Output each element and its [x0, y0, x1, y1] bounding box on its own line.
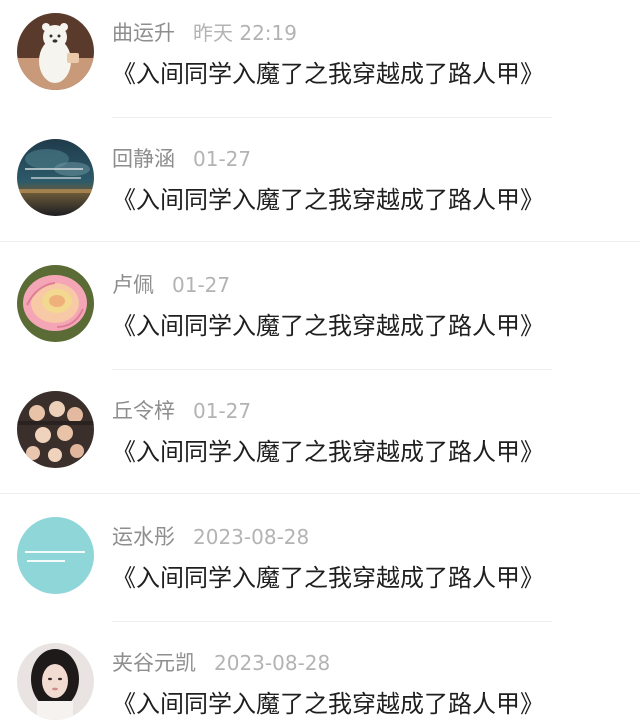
- separator: [0, 241, 640, 242]
- comment-item[interactable]: 丘令梓 01-27 《入间同学入魔了之我穿越成了路人甲》: [0, 378, 640, 504]
- comment-item[interactable]: 卢佩 01-27 《入间同学入魔了之我穿越成了路人甲》: [0, 252, 640, 378]
- comment-time: 01-27: [193, 147, 252, 171]
- user-name[interactable]: 运水彤: [112, 525, 175, 549]
- comment-meta: 夹谷元凯 2023-08-28: [112, 648, 330, 678]
- comment-text: 《入间同学入魔了之我穿越成了路人甲》: [112, 60, 544, 88]
- comment-list: 曲运升 昨天 22:19 《入间同学入魔了之我穿越成了路人甲》 回静涵 01-2…: [0, 0, 640, 727]
- comment-time: 2023-08-28: [193, 525, 310, 549]
- user-name[interactable]: 丘令梓: [112, 399, 175, 423]
- comment-meta: 回静涵 01-27: [112, 144, 251, 174]
- user-name[interactable]: 卢佩: [112, 273, 154, 297]
- separator: [112, 369, 552, 370]
- avatar-portrait[interactable]: [17, 643, 94, 720]
- comment-text: 《入间同学入魔了之我穿越成了路人甲》: [112, 312, 544, 340]
- avatar-rose[interactable]: [17, 265, 94, 342]
- comment-text: 《入间同学入魔了之我穿越成了路人甲》: [112, 186, 544, 214]
- comment-item[interactable]: 回静涵 01-27 《入间同学入魔了之我穿越成了路人甲》: [0, 126, 640, 252]
- avatar-teal-text[interactable]: [17, 517, 94, 594]
- comment-meta: 运水彤 2023-08-28: [112, 522, 309, 552]
- avatar-group-photo[interactable]: [17, 391, 94, 468]
- user-name[interactable]: 夹谷元凯: [112, 651, 196, 675]
- separator: [112, 621, 552, 622]
- comment-item[interactable]: 曲运升 昨天 22:19 《入间同学入魔了之我穿越成了路人甲》: [0, 0, 640, 126]
- avatar-polar-bear[interactable]: [17, 13, 94, 90]
- avatar-night-sky[interactable]: [17, 139, 94, 216]
- separator: [0, 493, 640, 494]
- comment-meta: 曲运升 昨天 22:19: [112, 18, 297, 48]
- comment-meta: 丘令梓 01-27: [112, 396, 251, 426]
- comment-time: 昨天 22:19: [193, 21, 297, 45]
- comment-item[interactable]: 夹谷元凯 2023-08-28 《入间同学入魔了之我穿越成了路人甲》: [0, 630, 640, 727]
- comment-meta: 卢佩 01-27: [112, 270, 230, 300]
- user-name[interactable]: 回静涵: [112, 147, 175, 171]
- separator: [112, 117, 552, 118]
- comment-time: 01-27: [193, 399, 252, 423]
- comment-time: 2023-08-28: [214, 651, 331, 675]
- comment-time: 01-27: [172, 273, 231, 297]
- comment-text: 《入间同学入魔了之我穿越成了路人甲》: [112, 690, 544, 718]
- user-name[interactable]: 曲运升: [112, 21, 175, 45]
- comment-item[interactable]: 运水彤 2023-08-28 《入间同学入魔了之我穿越成了路人甲》: [0, 504, 640, 630]
- comment-text: 《入间同学入魔了之我穿越成了路人甲》: [112, 438, 544, 466]
- comment-text: 《入间同学入魔了之我穿越成了路人甲》: [112, 564, 544, 592]
